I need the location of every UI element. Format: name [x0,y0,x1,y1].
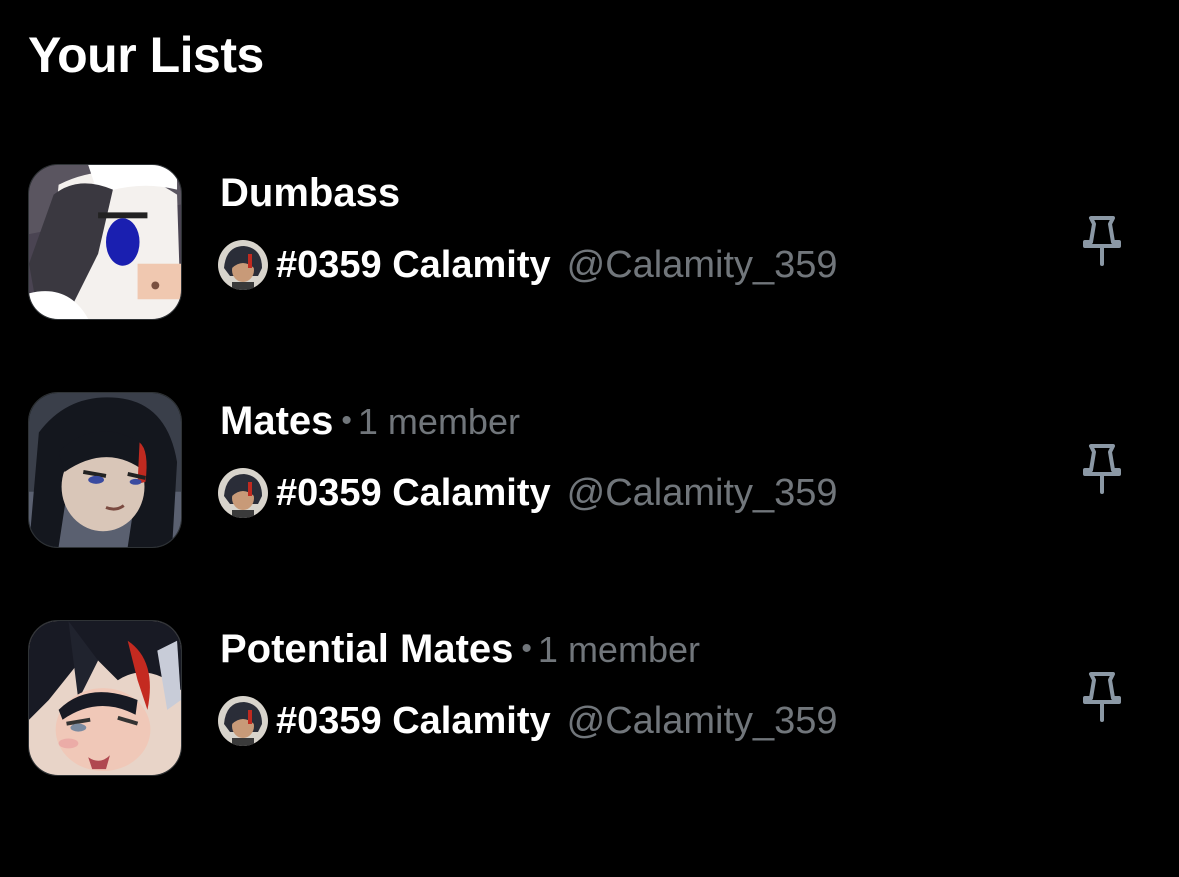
pin-icon [1083,672,1121,722]
owner-name: #0359 Calamity [276,471,551,514]
owner-handle: @Calamity_359 [566,471,838,514]
list-name: Dumbass [220,171,401,215]
list-thumbnail [28,392,182,548]
pin-icon [1083,216,1121,266]
list-thumbnail [28,164,182,320]
owner-handle: @Calamity_359 [566,243,838,286]
owner-name: #0359 Calamity [276,243,551,286]
page-title: Your Lists [28,27,264,83]
avatar [218,696,268,746]
list-owner: #0359 Calamity @Calamity_359 [218,694,838,748]
list-item-dumbass[interactable]: Dumbass #0359 Calamity @Calamity_359 [0,160,1179,330]
pin-button[interactable] [1074,668,1130,724]
list-name: Potential Mates [220,627,514,671]
list-name: Mates [220,399,334,443]
list-item-mates[interactable]: Mates • 1 member #0359 Calamity @Calamity_… [0,388,1179,558]
list-owner: #0359 Calamity @Calamity_359 [218,238,838,292]
list-thumbnail [28,620,182,776]
member-count: 1 member [357,401,520,442]
owner-name: #0359 Calamity [276,699,551,742]
avatar [218,468,268,518]
pin-icon [1083,444,1121,494]
avatar [218,240,268,290]
separator-dot: • [521,632,532,665]
separator-dot: • [341,404,352,437]
list-item-potential-mates[interactable]: Potential Mates • 1 member #0359 Calamity … [0,616,1179,786]
member-count: 1 member [537,629,700,670]
pin-button[interactable] [1074,440,1130,496]
owner-handle: @Calamity_359 [566,699,838,742]
list-owner: #0359 Calamity @Calamity_359 [218,466,838,520]
pin-button[interactable] [1074,212,1130,268]
